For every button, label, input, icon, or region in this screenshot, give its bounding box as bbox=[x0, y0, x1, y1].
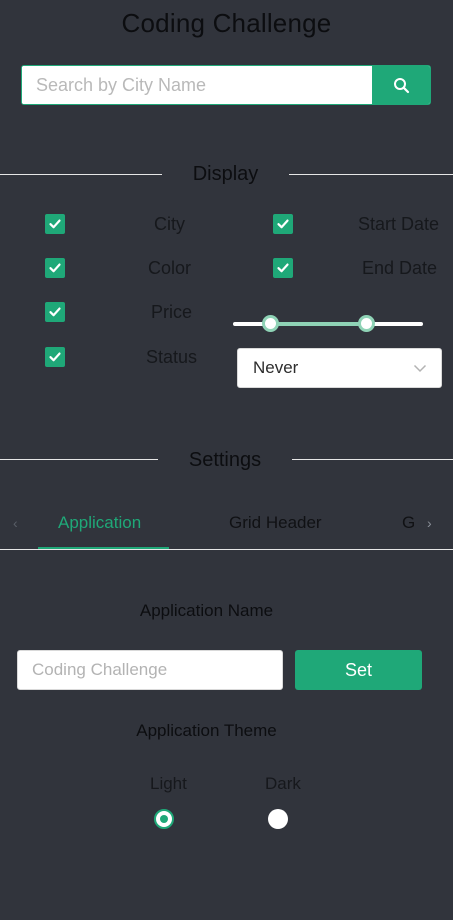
city-label: City bbox=[154, 214, 185, 234]
status-checkbox[interactable] bbox=[45, 347, 65, 367]
application-theme-label: Application Theme bbox=[136, 721, 277, 740]
settings-title: Settings bbox=[188, 449, 262, 471]
theme-dark-radio[interactable] bbox=[268, 809, 288, 829]
settings-divider-right bbox=[292, 459, 453, 460]
price-slider-range bbox=[271, 322, 366, 326]
check-icon bbox=[49, 263, 61, 273]
color-label: Color bbox=[148, 258, 192, 278]
display-divider-right bbox=[289, 174, 453, 175]
search-icon bbox=[393, 77, 409, 93]
end-date-checkbox[interactable] bbox=[273, 258, 293, 278]
chevron-left-icon[interactable]: ‹ bbox=[13, 515, 18, 531]
check-icon bbox=[49, 352, 61, 362]
application-name-input[interactable] bbox=[17, 650, 283, 690]
page: Coding Challenge Display City Start Date… bbox=[0, 0, 453, 920]
status-select[interactable]: Never bbox=[237, 348, 442, 388]
check-icon bbox=[277, 219, 289, 229]
settings-divider-left bbox=[0, 459, 158, 460]
check-icon bbox=[49, 307, 61, 317]
chevron-down-icon bbox=[413, 364, 427, 373]
set-button[interactable]: Set bbox=[295, 650, 422, 690]
check-icon bbox=[49, 219, 61, 229]
search-button[interactable] bbox=[372, 66, 430, 104]
start-date-checkbox[interactable] bbox=[273, 214, 293, 234]
theme-light-label: Light bbox=[150, 774, 187, 793]
price-slider-max-handle[interactable] bbox=[358, 315, 375, 332]
price-slider-min-handle[interactable] bbox=[262, 315, 279, 332]
tabs-divider bbox=[0, 549, 453, 550]
status-label: Status bbox=[146, 347, 198, 367]
app-title: Coding Challenge bbox=[121, 8, 332, 38]
city-checkbox[interactable] bbox=[45, 214, 65, 234]
display-title: Display bbox=[192, 163, 259, 185]
tab-grid-header[interactable]: Grid Header bbox=[229, 513, 322, 533]
chevron-right-icon[interactable]: › bbox=[427, 515, 432, 531]
price-checkbox[interactable] bbox=[45, 302, 65, 322]
display-divider-left bbox=[0, 174, 162, 175]
application-name-label: Application Name bbox=[139, 601, 274, 620]
theme-dark-label: Dark bbox=[265, 774, 301, 793]
status-select-value: Never bbox=[253, 358, 299, 377]
color-checkbox[interactable] bbox=[45, 258, 65, 278]
check-icon bbox=[277, 263, 289, 273]
radio-selected-dot bbox=[160, 815, 168, 823]
search-input[interactable] bbox=[22, 66, 372, 104]
price-label: Price bbox=[151, 302, 193, 322]
theme-light-radio[interactable] bbox=[154, 809, 174, 829]
start-date-label: Start Date bbox=[358, 214, 440, 234]
tab-g[interactable]: G bbox=[402, 513, 415, 533]
end-date-label: End Date bbox=[362, 258, 438, 278]
search-bar bbox=[21, 65, 431, 105]
tab-application[interactable]: Application bbox=[58, 513, 141, 533]
